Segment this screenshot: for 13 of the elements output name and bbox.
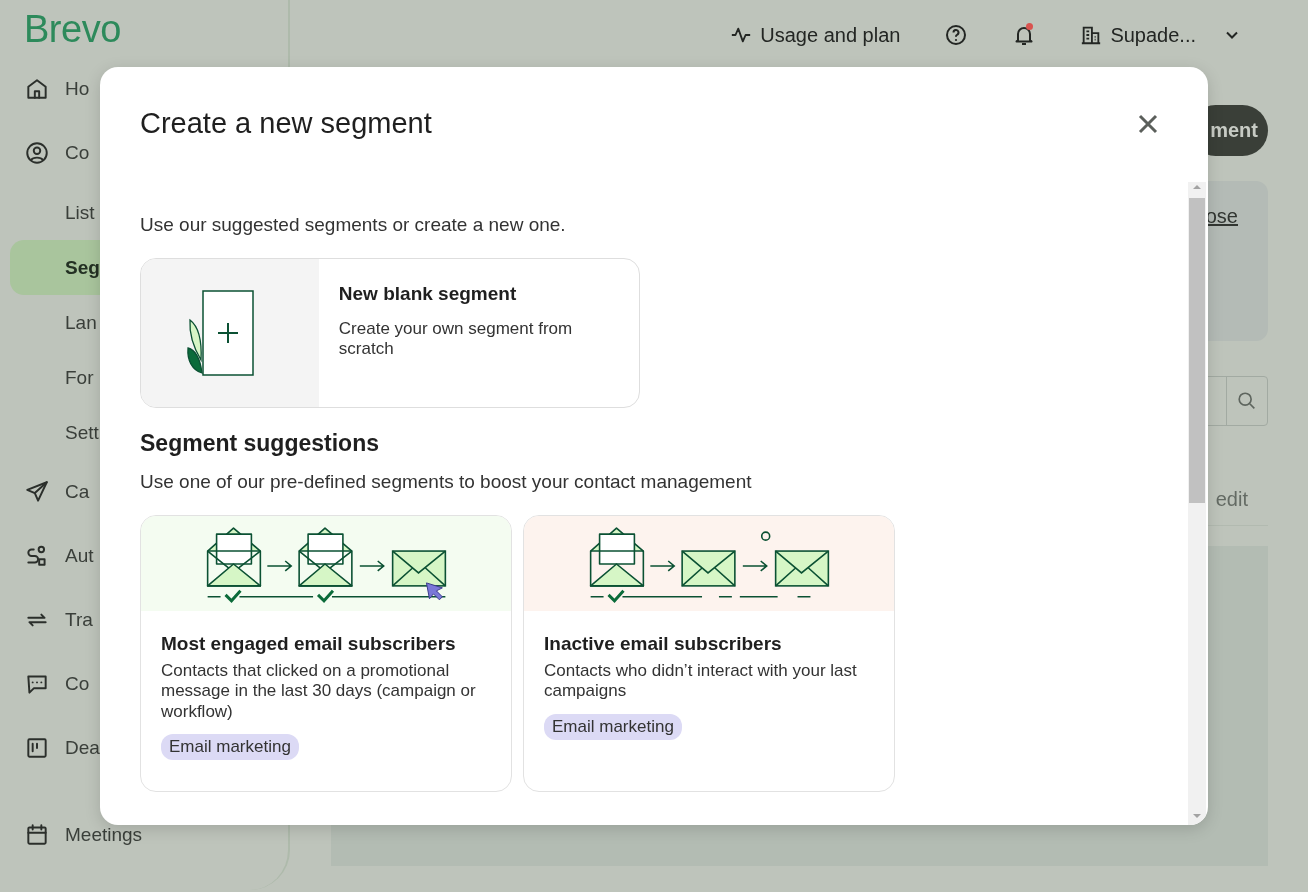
modal-title: Create a new segment: [140, 107, 432, 140]
section-description: Use one of our pre-defined segments to boost your contact management: [140, 471, 753, 493]
column-header: edit: [1215, 488, 1248, 511]
category-tag: Email marketing: [161, 734, 299, 761]
intro-text: Use our suggested segments or create a new one.: [140, 214, 567, 236]
category-tag: Email marketing: [544, 713, 682, 740]
card-description: Create your own segment from scratch: [338, 319, 574, 360]
card-description: Contacts who didn’t interact with your last campaigns: [544, 661, 858, 702]
section-heading: Segment suggestions: [140, 430, 380, 457]
card-title: New blank segment: [338, 283, 518, 305]
card-description: Contacts that clicked on a promotional message in the last 30 days (campaign or workflow): [161, 661, 477, 723]
card-title: Most engaged email subscribers: [161, 633, 457, 655]
card-title: Inactive email subscribers: [544, 633, 783, 655]
